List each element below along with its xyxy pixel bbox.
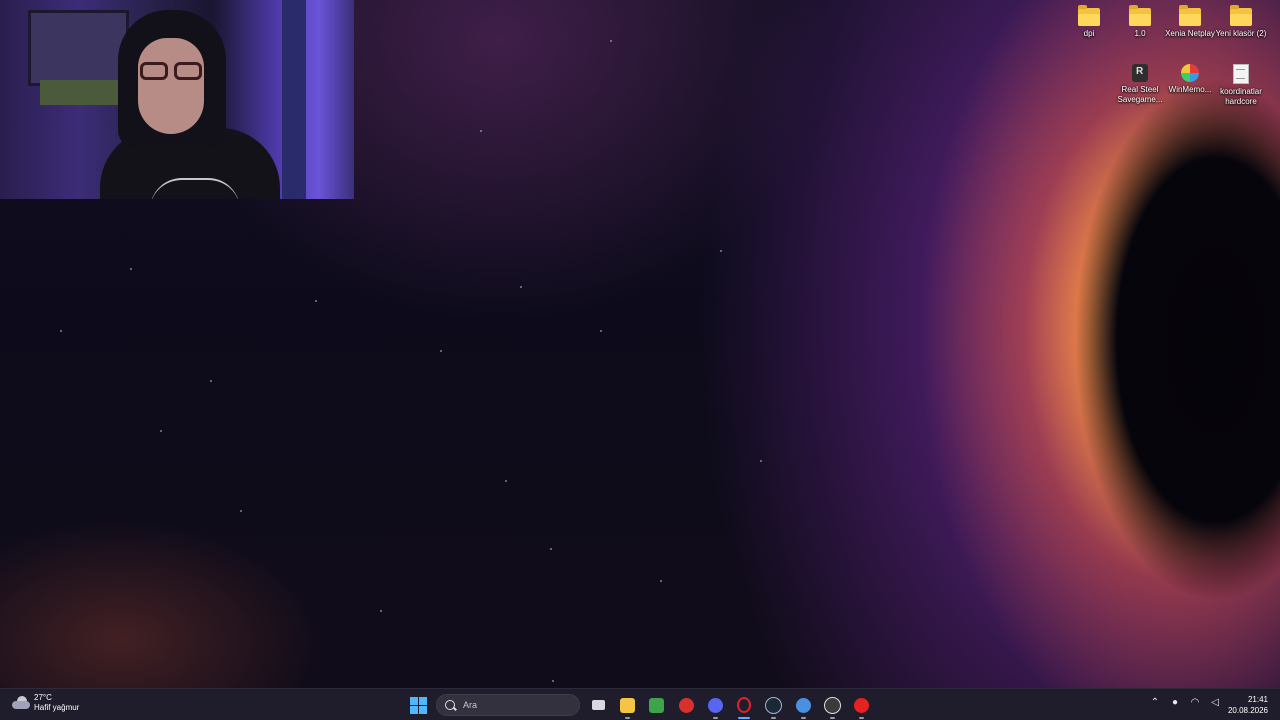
running-indicator xyxy=(712,717,718,719)
taskbar-search-box[interactable]: Ara xyxy=(436,694,580,716)
search-icon xyxy=(445,700,455,710)
star xyxy=(130,268,132,270)
desktop-icon-label: Yeni klasör (2) xyxy=(1215,29,1267,38)
taskbar-file-explorer[interactable] xyxy=(617,695,637,719)
running-indicator xyxy=(624,717,630,719)
taskbar-opera[interactable] xyxy=(734,695,754,719)
star xyxy=(720,250,722,252)
desktop-icon-yeni-klasor[interactable]: Yeni klasör (2) xyxy=(1215,2,1267,39)
cloud-rain-icon xyxy=(12,696,30,710)
star xyxy=(505,480,507,482)
system-tray: ⌃ ● ◠ ◁ xyxy=(1148,695,1222,709)
streamer-figure xyxy=(100,10,280,199)
desktop-icon-label: koordinatlar hardcore xyxy=(1220,87,1262,106)
search-placeholder: Ara xyxy=(463,700,478,710)
star xyxy=(315,300,317,302)
taskbar-steam[interactable] xyxy=(763,695,783,719)
game-shortcut-icon xyxy=(1132,64,1148,82)
taskbar-task-view[interactable] xyxy=(588,695,608,715)
winmemo-app-icon xyxy=(1181,64,1199,82)
folder-icon xyxy=(1129,5,1151,26)
text-document-icon xyxy=(1233,64,1249,84)
glasses-icon xyxy=(136,62,206,82)
folder-icon xyxy=(1179,5,1201,26)
weather-widget[interactable]: 27°C Hafif yağmur xyxy=(12,693,79,713)
red-app-icon xyxy=(678,697,694,713)
windows-logo-icon xyxy=(410,697,418,705)
streamer-face xyxy=(138,38,204,134)
taskbar-obs[interactable] xyxy=(822,695,842,719)
play-icon xyxy=(853,697,869,713)
star xyxy=(550,548,552,550)
taskbar-youtube-music[interactable] xyxy=(851,695,871,719)
folder-icon xyxy=(1078,5,1100,26)
gear-icon xyxy=(795,697,811,713)
star xyxy=(160,430,162,432)
taskbar-minecraft[interactable] xyxy=(646,695,666,715)
desktop-icon-1-0[interactable]: 1.0 xyxy=(1114,2,1166,39)
star xyxy=(552,680,554,682)
chevron-up-icon[interactable]: ⌃ xyxy=(1148,695,1162,709)
start-button[interactable] xyxy=(410,697,427,714)
desktop-wallpaper: dpi 1.0 Xenia Netplay Yeni klasör (2) Re… xyxy=(0,0,1280,688)
star xyxy=(600,330,602,332)
star xyxy=(610,40,612,42)
microphone-icon[interactable]: ● xyxy=(1168,695,1182,709)
background-desk xyxy=(40,80,120,105)
running-indicator xyxy=(800,717,806,719)
opera-icon xyxy=(737,697,751,713)
star xyxy=(520,286,522,288)
taskbar: 27°C Hafif yağmur Ara ⌃ ● ◠ ◁ 21:41 20.0… xyxy=(0,688,1280,720)
background-door xyxy=(282,0,306,199)
star xyxy=(380,610,382,612)
desktop-icon-label: 1.0 xyxy=(1134,29,1146,38)
star xyxy=(660,580,662,582)
folder-icon xyxy=(1230,5,1252,26)
star xyxy=(210,380,212,382)
taskbar-clock[interactable]: 21:41 20.08.2026 xyxy=(1228,694,1268,716)
desktop-icon-label: WinMemo... xyxy=(1168,85,1212,94)
active-indicator xyxy=(738,717,750,719)
running-indicator xyxy=(829,717,835,719)
taskbar-discord[interactable] xyxy=(705,695,725,719)
desktop-icon-koordinatlar[interactable]: koordinatlar hardcore xyxy=(1215,58,1267,107)
weather-condition: Hafif yağmur xyxy=(34,703,80,712)
desktop-icon-label: dpi xyxy=(1083,29,1095,38)
desktop-icon-winmemo[interactable]: WinMemo... xyxy=(1164,58,1216,95)
minecraft-icon xyxy=(648,697,664,713)
clock-date: 20.08.2026 xyxy=(1227,706,1268,715)
desktop-icon-xenia-netplay[interactable]: Xenia Netplay xyxy=(1164,2,1216,39)
desktop-icon-dpi[interactable]: dpi xyxy=(1063,2,1115,39)
desktop-icon-label: Xenia Netplay xyxy=(1165,29,1215,38)
taskbar-red-app[interactable] xyxy=(676,695,696,715)
clock-time: 21:41 xyxy=(1247,695,1268,704)
speaker-icon[interactable]: ◁ xyxy=(1208,695,1222,709)
webcam-overlay xyxy=(0,0,354,199)
star xyxy=(760,460,762,462)
steam-icon xyxy=(764,696,782,714)
folder-icon xyxy=(619,697,635,713)
star xyxy=(440,350,442,352)
star xyxy=(480,130,482,132)
desktop-icon-real-steel[interactable]: Real Steel Savegame... xyxy=(1114,58,1166,105)
obs-icon xyxy=(823,696,841,714)
running-indicator xyxy=(858,717,864,719)
discord-icon xyxy=(707,697,723,713)
desktop-icon-label: Real Steel Savegame... xyxy=(1117,85,1163,104)
task-view-icon xyxy=(591,700,605,710)
star xyxy=(240,510,242,512)
running-indicator xyxy=(770,717,776,719)
star xyxy=(60,330,62,332)
taskbar-settings-app[interactable] xyxy=(793,695,813,719)
weather-temperature: 27°C xyxy=(34,693,52,702)
wifi-icon[interactable]: ◠ xyxy=(1188,695,1202,709)
